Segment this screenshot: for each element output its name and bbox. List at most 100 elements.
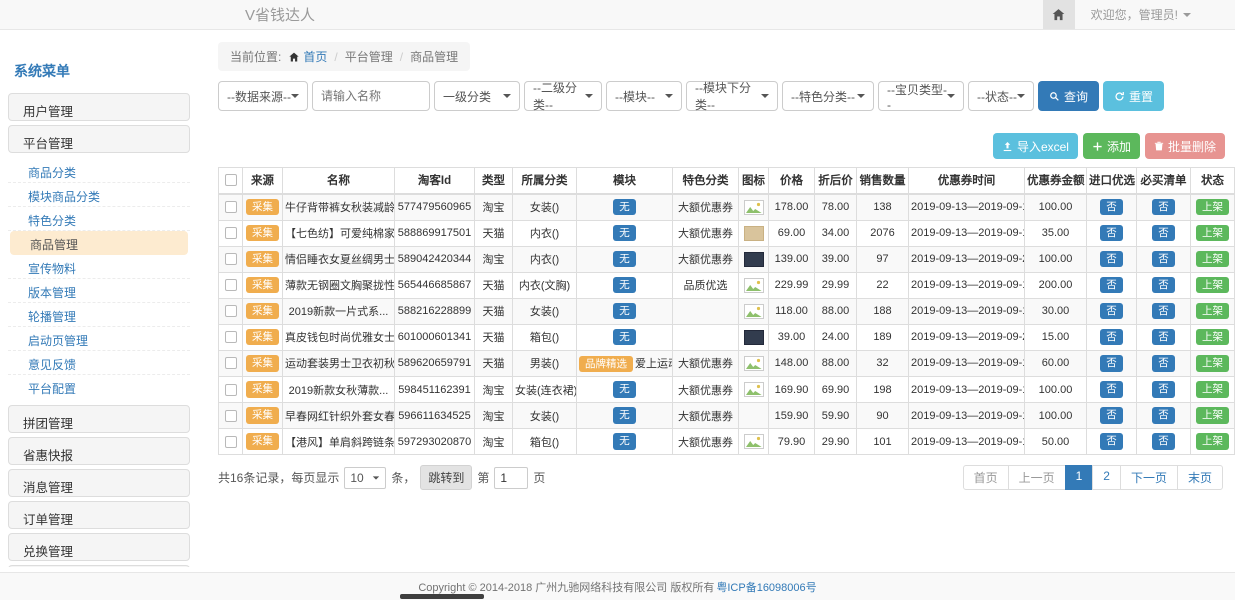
import-select-toggle[interactable]: 否 <box>1100 433 1123 450</box>
breadcrumb-home-link[interactable]: 首页 <box>288 48 327 65</box>
status-badge[interactable]: 上架 <box>1196 251 1229 268</box>
must-buy-toggle[interactable]: 否 <box>1152 329 1175 346</box>
row-checkbox[interactable] <box>225 357 237 369</box>
must-buy-toggle[interactable]: 否 <box>1152 303 1175 320</box>
select-all-checkbox[interactable] <box>225 174 237 186</box>
row-checkbox[interactable] <box>225 201 237 213</box>
pager-item[interactable]: 上一页 <box>1008 465 1066 490</box>
add-button[interactable]: 添加 <box>1083 133 1140 159</box>
module-badge[interactable]: 无 <box>613 199 636 216</box>
sidebar-item-carousel-mgmt[interactable]: 轮播管理 <box>8 303 190 327</box>
must-buy-toggle[interactable]: 否 <box>1152 225 1175 242</box>
batch-delete-label: 批量删除 <box>1168 138 1216 155</box>
import-select-toggle[interactable]: 否 <box>1100 251 1123 268</box>
must-buy-toggle[interactable]: 否 <box>1152 251 1175 268</box>
pager-item[interactable]: 2 <box>1092 465 1121 490</box>
sidebar-item-product-mgmt[interactable]: 商品管理 <box>10 231 188 255</box>
row-checkbox[interactable] <box>225 410 237 422</box>
must-buy-toggle[interactable]: 否 <box>1152 355 1175 372</box>
must-buy-toggle[interactable]: 否 <box>1152 381 1175 398</box>
module-badge[interactable]: 无 <box>613 303 636 320</box>
sidebar-item-order-mgmt[interactable]: 订单管理 <box>8 501 190 529</box>
status-badge[interactable]: 上架 <box>1196 355 1229 372</box>
module-badge[interactable]: 无 <box>613 381 636 398</box>
sidebar-item-splash-page-mgmt[interactable]: 启动页管理 <box>8 327 190 351</box>
row-checkbox[interactable] <box>225 305 237 317</box>
filter-input-name[interactable] <box>312 81 430 111</box>
status-badge[interactable]: 上架 <box>1196 225 1229 242</box>
row-checkbox[interactable] <box>225 227 237 239</box>
jump-to-button[interactable]: 跳转到 <box>420 465 472 490</box>
filter-select-level2-category[interactable]: --二级分类-- <box>524 81 602 111</box>
status-badge[interactable]: 上架 <box>1196 381 1229 398</box>
module-badge[interactable]: 无 <box>613 225 636 242</box>
user-menu[interactable]: 欢迎您，管理员! <box>1075 6 1235 23</box>
module-badge[interactable]: 无 <box>613 251 636 268</box>
sales-count-cell: 97 <box>857 246 909 272</box>
import-select-toggle[interactable]: 否 <box>1100 277 1123 294</box>
sidebar-item-message-mgmt[interactable]: 消息管理 <box>8 469 190 497</box>
sales-count-cell: 22 <box>857 272 909 298</box>
filter-select-status[interactable]: --状态-- <box>968 81 1034 111</box>
import-select-toggle[interactable]: 否 <box>1100 381 1123 398</box>
must-buy-toggle[interactable]: 否 <box>1152 199 1175 216</box>
must-buy-toggle[interactable]: 否 <box>1152 407 1175 424</box>
status-badge[interactable]: 上架 <box>1196 433 1229 450</box>
module-badge[interactable]: 无 <box>613 433 636 450</box>
sidebar-item-platform-config[interactable]: 平台配置 <box>8 375 190 399</box>
status-badge[interactable]: 上架 <box>1196 329 1229 346</box>
sidebar-item-product-category[interactable]: 商品分类 <box>8 159 190 183</box>
pager-item[interactable]: 首页 <box>963 465 1009 490</box>
pager-item[interactable]: 1 <box>1065 465 1094 490</box>
status-badge[interactable]: 上架 <box>1196 199 1229 216</box>
status-badge[interactable]: 上架 <box>1196 303 1229 320</box>
filter-select-data-source[interactable]: --数据来源-- <box>218 81 308 111</box>
sidebar-item-version-mgmt[interactable]: 版本管理 <box>8 279 190 303</box>
horizontal-scrollbar-thumb[interactable] <box>400 594 484 599</box>
sidebar-item-promo-material[interactable]: 宣传物料 <box>8 255 190 279</box>
filter-select-module-sub-category[interactable]: --模块下分类-- <box>686 81 778 111</box>
page-number-input[interactable] <box>494 467 528 489</box>
import-select-toggle[interactable]: 否 <box>1100 355 1123 372</box>
row-checkbox[interactable] <box>225 253 237 265</box>
import-select-toggle[interactable]: 否 <box>1100 407 1123 424</box>
home-button[interactable] <box>1043 0 1075 29</box>
row-checkbox[interactable] <box>225 384 237 396</box>
must-buy-toggle[interactable]: 否 <box>1152 433 1175 450</box>
import-select-toggle[interactable]: 否 <box>1100 225 1123 242</box>
batch-delete-button[interactable]: 批量删除 <box>1145 133 1225 159</box>
import-select-toggle[interactable]: 否 <box>1100 329 1123 346</box>
sidebar-item-user-mgmt[interactable]: 用户管理 <box>8 93 190 121</box>
filter-select-product-type[interactable]: --宝贝类型-- <box>878 81 964 111</box>
row-checkbox[interactable] <box>225 331 237 343</box>
sidebar-item-module-product-category[interactable]: 模块商品分类 <box>8 183 190 207</box>
must-buy-toggle[interactable]: 否 <box>1152 277 1175 294</box>
query-button[interactable]: 查询 <box>1038 81 1099 111</box>
sidebar-item-express-news[interactable]: 省惠快报 <box>8 437 190 465</box>
module-badge[interactable]: 无 <box>613 277 636 294</box>
per-page-select[interactable]: 10 <box>344 467 386 489</box>
reset-button[interactable]: 重置 <box>1103 81 1164 111</box>
module-badge[interactable]: 无 <box>613 329 636 346</box>
sidebar-item-clipped-item[interactable] <box>8 565 190 567</box>
filter-select-feature-category[interactable]: --特色分类-- <box>782 81 874 111</box>
sidebar-item-platform-mgmt[interactable]: 平台管理 <box>8 125 190 153</box>
sidebar-item-exchange-mgmt[interactable]: 兑换管理 <box>8 533 190 561</box>
import-select-toggle[interactable]: 否 <box>1100 303 1123 320</box>
module-badge[interactable]: 品牌精选 <box>579 356 633 373</box>
icp-link[interactable]: 粤ICP备16098006号 <box>716 579 816 595</box>
pager-item[interactable]: 下一页 <box>1120 465 1178 490</box>
filter-select-level1-category[interactable]: 一级分类 <box>434 81 520 111</box>
row-checkbox[interactable] <box>225 436 237 448</box>
import-select-toggle[interactable]: 否 <box>1100 199 1123 216</box>
pager-item[interactable]: 末页 <box>1177 465 1223 490</box>
import-excel-button[interactable]: 导入excel <box>993 133 1078 159</box>
sidebar-item-feedback[interactable]: 意见反馈 <box>8 351 190 375</box>
row-checkbox[interactable] <box>225 279 237 291</box>
status-badge[interactable]: 上架 <box>1196 277 1229 294</box>
module-badge[interactable]: 无 <box>613 407 636 424</box>
filter-select-module[interactable]: --模块-- <box>606 81 682 111</box>
status-badge[interactable]: 上架 <box>1196 407 1229 424</box>
sidebar-item-feature-category[interactable]: 特色分类 <box>8 207 190 231</box>
sidebar-item-group-buy-mgmt[interactable]: 拼团管理 <box>8 405 190 433</box>
